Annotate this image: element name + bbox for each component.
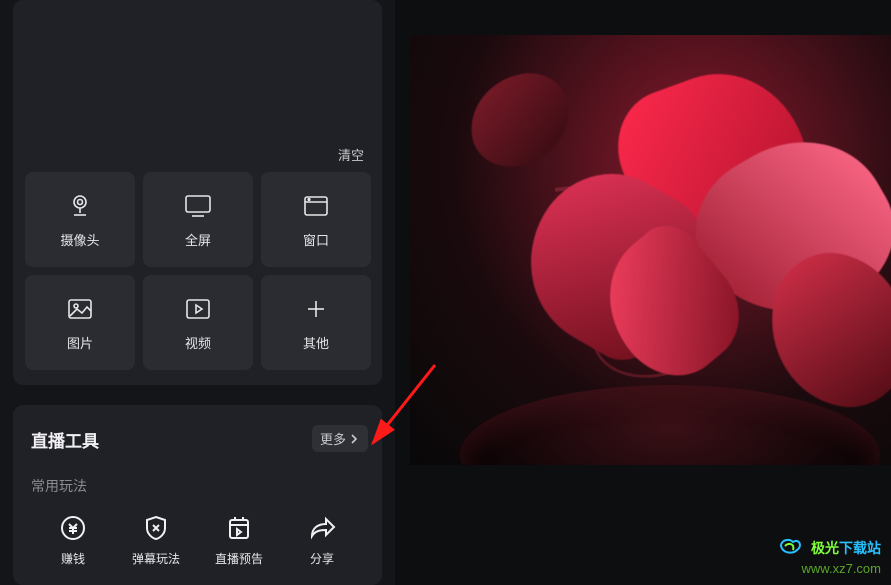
tile-label: 其他: [303, 333, 329, 352]
more-label: 更多: [320, 429, 346, 448]
watermark-url: www.xz7.com: [779, 561, 881, 577]
shield-icon: [144, 514, 168, 542]
tool-label: 弹幕玩法: [132, 550, 180, 567]
source-tile-window[interactable]: 窗口: [261, 172, 371, 267]
source-grid: 摄像头 全屏 窗口 图片: [25, 172, 371, 370]
source-tile-other[interactable]: 其他: [261, 275, 371, 370]
live-tools-panel: 直播工具 更多 常用玩法 赚钱 弹幕玩法: [13, 405, 382, 585]
video-icon: [185, 293, 211, 325]
preview-canvas[interactable]: [410, 35, 891, 465]
watermark-suffix: 下载站: [839, 540, 881, 556]
tile-label: 图片: [67, 333, 93, 352]
tile-label: 窗口: [303, 230, 329, 249]
tool-label: 直播预告: [215, 550, 263, 567]
source-tile-camera[interactable]: 摄像头: [25, 172, 135, 267]
tile-label: 全屏: [185, 230, 211, 249]
tool-live-preview[interactable]: 直播预告: [203, 514, 275, 567]
more-button[interactable]: 更多: [312, 425, 368, 452]
sources-panel: 清空 摄像头 全屏 窗口: [13, 0, 382, 385]
subsection-label: 常用玩法: [31, 476, 364, 496]
camera-icon: [67, 190, 93, 222]
plus-icon: [305, 293, 327, 325]
clear-button[interactable]: 清空: [338, 145, 364, 164]
tile-label: 摄像头: [60, 230, 99, 249]
preview-area: [395, 0, 891, 585]
monitor-icon: [184, 190, 212, 222]
source-tile-fullscreen[interactable]: 全屏: [143, 172, 253, 267]
tool-label: 赚钱: [61, 550, 85, 567]
tool-share[interactable]: 分享: [286, 514, 358, 567]
tool-earn-money[interactable]: 赚钱: [37, 514, 109, 567]
image-icon: [67, 293, 93, 325]
tool-danmu-play[interactable]: 弹幕玩法: [120, 514, 192, 567]
watermark-prefix: 极光: [811, 540, 839, 556]
sidebar: 清空 摄像头 全屏 窗口: [0, 0, 395, 585]
tool-label: 分享: [310, 550, 334, 567]
watermark: 极光下载站 www.xz7.com: [779, 536, 881, 577]
window-icon: [303, 190, 329, 222]
tools-row: 赚钱 弹幕玩法 直播预告 分享: [31, 514, 364, 567]
chevron-right-icon: [348, 433, 360, 445]
tile-label: 视频: [185, 333, 211, 352]
source-tile-video[interactable]: 视频: [143, 275, 253, 370]
calendar-icon: [227, 514, 251, 542]
share-icon: [308, 514, 336, 542]
earn-money-icon: [60, 514, 86, 542]
source-tile-image[interactable]: 图片: [25, 275, 135, 370]
